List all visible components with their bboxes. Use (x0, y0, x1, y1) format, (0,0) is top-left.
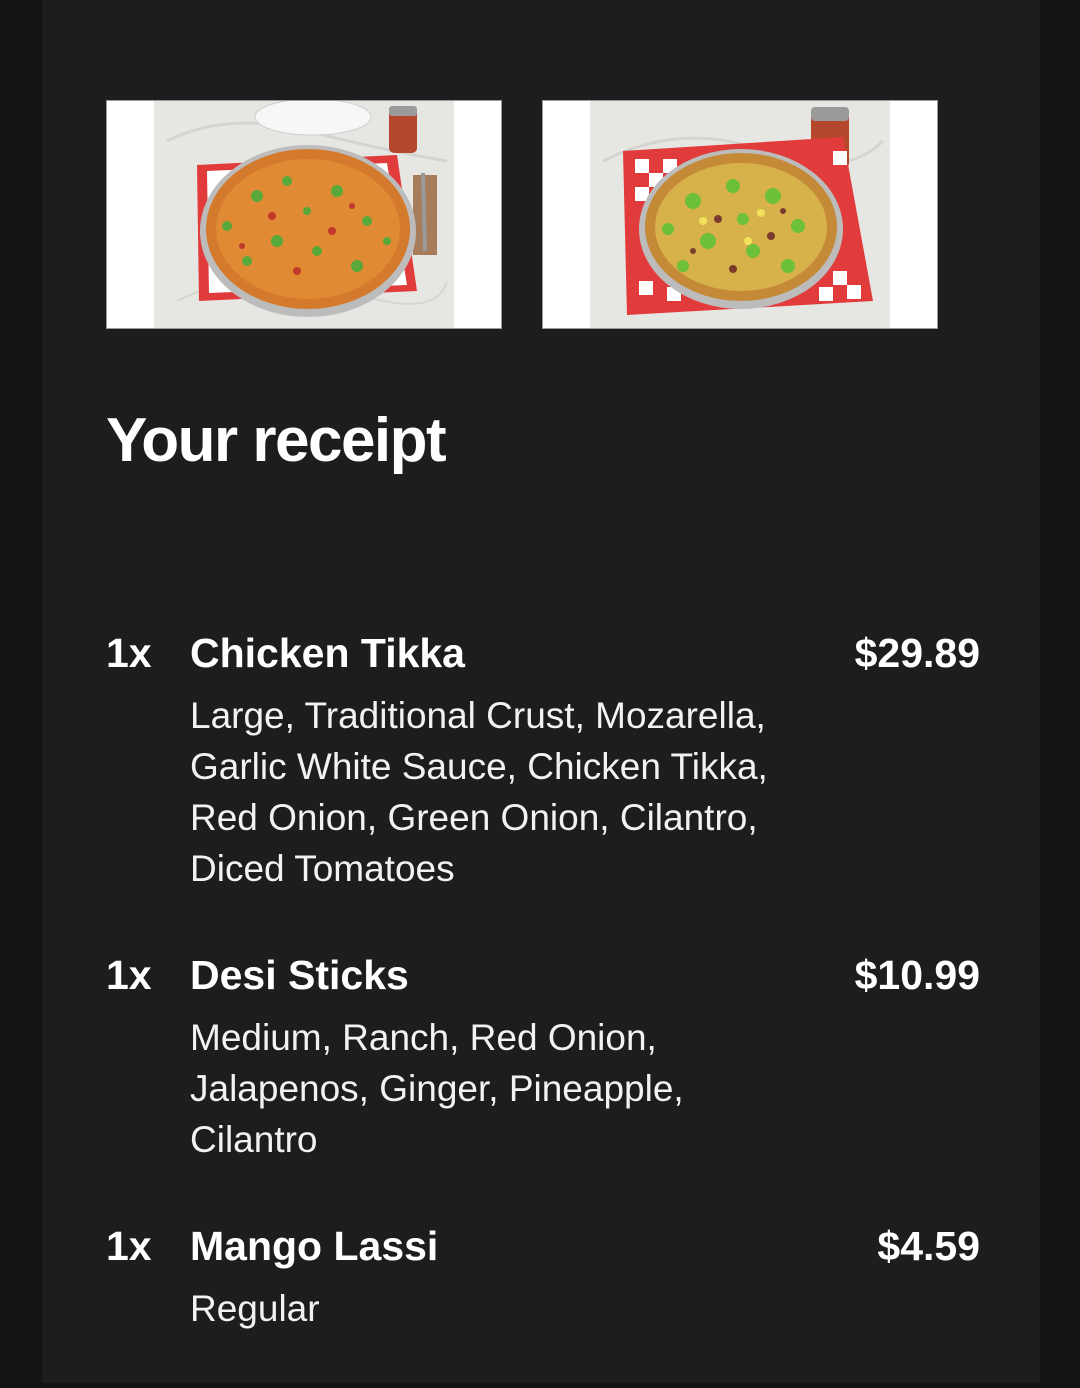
receipt-items-list: 1x Chicken Tikka Large, Traditional Crus… (106, 626, 980, 1388)
chicken-tikka-pizza-image (106, 100, 502, 329)
item-body: Desi Sticks Medium, Ranch, Red Onion, Ja… (190, 948, 810, 1165)
receipt-line-item: 1x Mango Lassi Regular $4.59 (106, 1219, 980, 1334)
item-name: Chicken Tikka (190, 630, 465, 676)
receipt-line-item: 1x Desi Sticks Medium, Ranch, Red Onion,… (106, 948, 980, 1165)
desi-sticks-pizza-image (542, 100, 938, 329)
item-name: Mango Lassi (190, 1223, 439, 1269)
receipt-title: Your receipt (106, 406, 447, 475)
item-details: Medium, Ranch, Red Onion, Jalapenos, Gin… (190, 1017, 684, 1160)
item-name: Desi Sticks (190, 952, 409, 998)
item-quantity: 1x (106, 1223, 152, 1269)
item-details: Large, Traditional Crust, Mozarella, Gar… (190, 695, 768, 889)
item-quantity: 1x (106, 630, 152, 676)
item-quantity: 1x (106, 952, 152, 998)
receipt-panel: Your receipt 1x Chicken Tikka Large, Tra… (42, 0, 1040, 1383)
item-price: $29.89 (854, 630, 980, 676)
item-price: $4.59 (877, 1223, 980, 1269)
item-body: Chicken Tikka Large, Traditional Crust, … (190, 626, 810, 894)
item-details: Regular (190, 1288, 320, 1329)
receipt-line-item: 1x Chicken Tikka Large, Traditional Crus… (106, 626, 980, 894)
product-photos (106, 100, 940, 329)
item-body: Mango Lassi Regular (190, 1219, 810, 1334)
item-price: $10.99 (854, 952, 980, 998)
